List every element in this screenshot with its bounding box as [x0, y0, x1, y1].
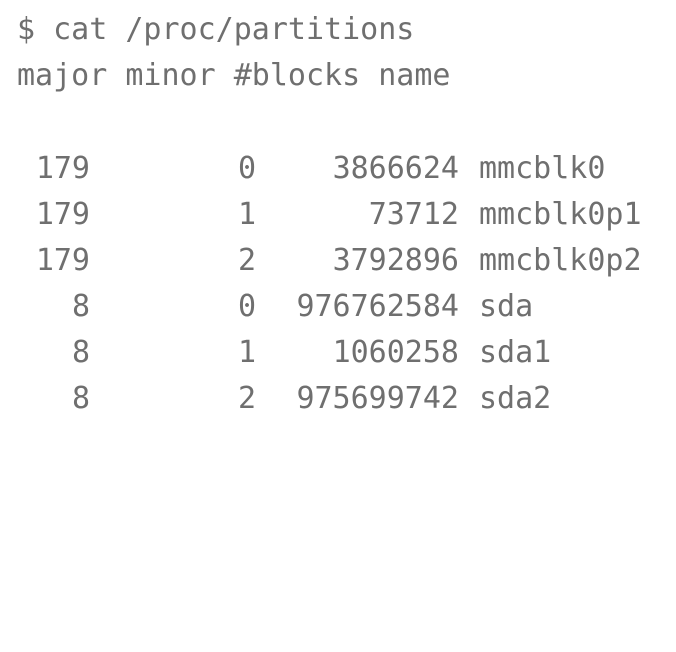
partition-row: 8 0 976762584 sda [0, 284, 676, 330]
name-cell: mmcblk0 [479, 151, 606, 186]
partition-row: 179 0 3866624 mmcblk0 [0, 146, 676, 192]
name-cell: mmcblk0p1 [479, 197, 642, 232]
partition-row: 8 2 975699742 sda2 [0, 376, 676, 422]
major-cell: 179 [35, 151, 90, 186]
minor-cell: 2 [237, 381, 256, 416]
major-cell: 8 [71, 335, 90, 370]
minor-cell: 0 [237, 151, 256, 186]
blocks-cell: 975699742 [296, 381, 459, 416]
terminal-window[interactable]: $ cat /proc/partitions major minor #bloc… [0, 0, 676, 433]
blocks-cell: 3792896 [332, 243, 459, 278]
major-cell: 179 [35, 197, 90, 232]
minor-cell: 1 [237, 335, 256, 370]
partition-row: 179 2 3792896 mmcblk0p2 [0, 238, 676, 284]
name-cell: sda1 [479, 335, 552, 370]
name-cell: sda [479, 289, 534, 324]
major-cell: 179 [35, 243, 90, 278]
major-cell: 8 [71, 289, 90, 324]
partitions-table: 179 0 3866624 mmcblk0 179 1 73712 mmcblk… [0, 146, 676, 422]
command-line: $ cat /proc/partitions [17, 12, 415, 47]
major-cell: 8 [71, 381, 90, 416]
blocks-cell: 976762584 [296, 289, 459, 324]
partition-row: 179 1 73712 mmcblk0p1 [0, 192, 676, 238]
blocks-cell: 1060258 [332, 335, 459, 370]
name-cell: sda2 [479, 381, 552, 416]
blocks-cell: 73712 [368, 197, 459, 232]
minor-cell: 2 [237, 243, 256, 278]
blocks-cell: 3866624 [332, 151, 459, 186]
minor-cell: 1 [237, 197, 256, 232]
minor-cell: 0 [237, 289, 256, 324]
name-cell: mmcblk0p2 [479, 243, 642, 278]
partitions-header: major minor #blocks name [17, 58, 451, 93]
partition-row: 8 1 1060258 sda1 [0, 330, 676, 376]
